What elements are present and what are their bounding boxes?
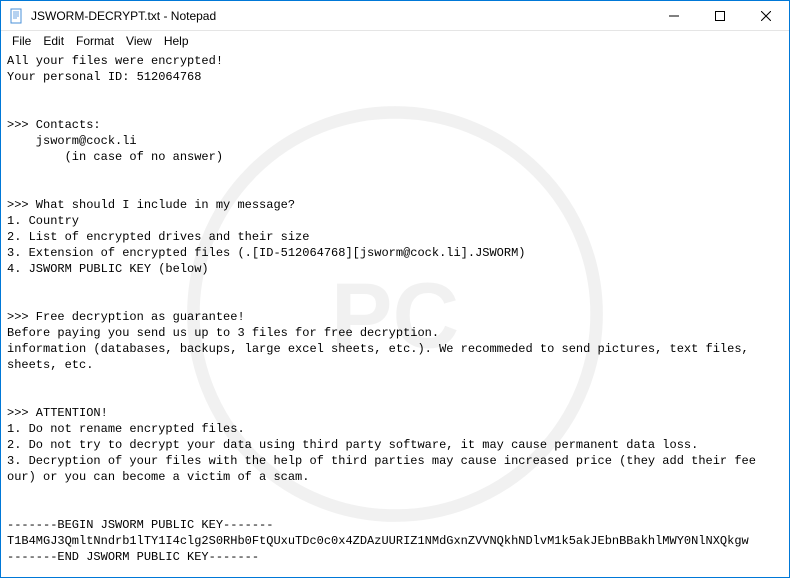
line: -------END JSWORM PUBLIC KEY------- (7, 550, 259, 564)
minimize-button[interactable] (651, 1, 697, 30)
line: our) or you can become a victim of a sca… (7, 470, 309, 484)
line: 3. Extension of encrypted files (.[ID-51… (7, 246, 525, 260)
line: All your files were encrypted! (7, 54, 223, 68)
line: (in case of no answer) (7, 150, 223, 164)
line: >>> Contacts: (7, 118, 101, 132)
line: 1. Country (7, 214, 79, 228)
line: >>> Free decryption as guarantee! (7, 310, 245, 324)
menu-view[interactable]: View (121, 33, 157, 49)
menubar: File Edit Format View Help (1, 31, 789, 51)
menu-format[interactable]: Format (71, 33, 119, 49)
window-controls (651, 1, 789, 30)
line: information (databases, backups, large e… (7, 342, 749, 356)
close-button[interactable] (743, 1, 789, 30)
line: >>> ATTENTION! (7, 406, 108, 420)
line: sheets, etc. (7, 358, 93, 372)
line: 4. JSWORM PUBLIC KEY (below) (7, 262, 209, 276)
notepad-icon (9, 8, 25, 24)
line: 1. Do not rename encrypted files. (7, 422, 245, 436)
notepad-window: JSWORM-DECRYPT.txt - Notepad File Edit F… (0, 0, 790, 578)
line: >>> What should I include in my message? (7, 198, 295, 212)
line: -------BEGIN JSWORM PUBLIC KEY------- (7, 518, 273, 532)
line: jsworm@cock.li (7, 134, 137, 148)
title-left: JSWORM-DECRYPT.txt - Notepad (1, 8, 216, 24)
text-area[interactable]: All your files were encrypted! Your pers… (1, 51, 789, 577)
line: Your personal ID: 512064768 (7, 70, 201, 84)
line: 2. Do not try to decrypt your data using… (7, 438, 698, 452)
menu-help[interactable]: Help (159, 33, 194, 49)
titlebar[interactable]: JSWORM-DECRYPT.txt - Notepad (1, 1, 789, 31)
menu-edit[interactable]: Edit (38, 33, 69, 49)
window-title: JSWORM-DECRYPT.txt - Notepad (31, 9, 216, 23)
maximize-button[interactable] (697, 1, 743, 30)
line: Before paying you send us up to 3 files … (7, 326, 439, 340)
line: 2. List of encrypted drives and their si… (7, 230, 309, 244)
line: 3. Decryption of your files with the hel… (7, 454, 756, 468)
menu-file[interactable]: File (7, 33, 36, 49)
line: T1B4MGJ3QmltNndrb1lTY1I4clg2S0RHb0FtQUxu… (7, 534, 749, 548)
